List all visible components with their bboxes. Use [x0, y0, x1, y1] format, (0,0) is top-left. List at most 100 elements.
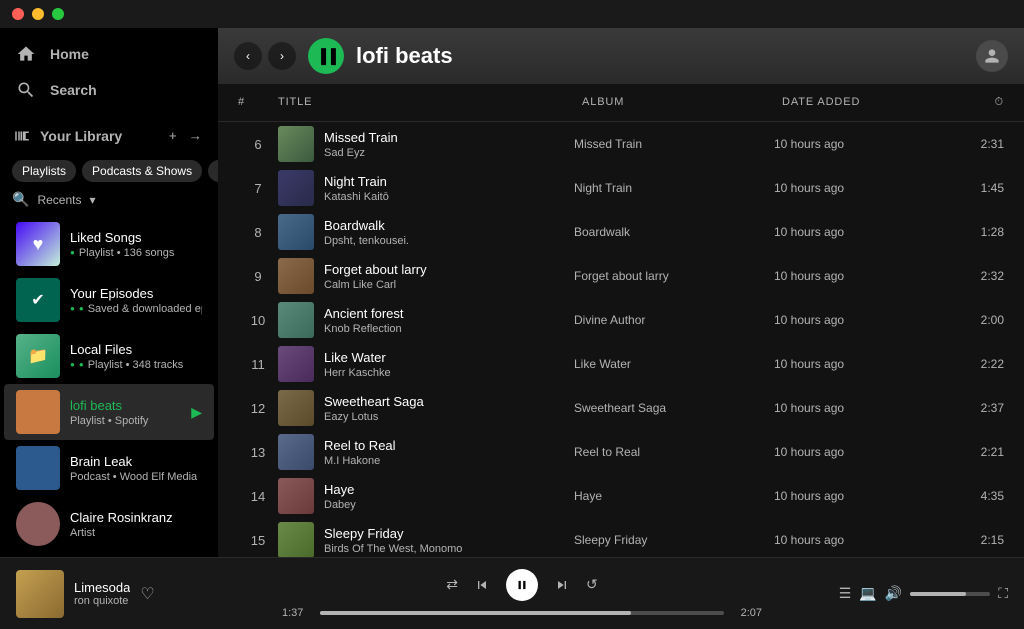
sidebar-search-label: Search — [50, 82, 97, 98]
search-filter-row: 🔍 Recents ▾ — [0, 187, 218, 212]
brain-info: Brain Leak Podcast • Wood Elf Media — [70, 454, 202, 483]
track-number: 8 — [238, 225, 278, 240]
track-thumbnail — [278, 478, 314, 514]
playlist-play-button[interactable]: ▐▐ — [308, 38, 344, 74]
col-num: # — [234, 88, 274, 117]
track-row[interactable]: 7 Night Train Katashi Kaitō Night Train … — [222, 166, 1020, 210]
library-item-local[interactable]: 📁 Local Files ● ● Playlist • 348 tracks — [4, 328, 214, 384]
filter-playlists[interactable]: Playlists — [12, 160, 76, 182]
track-name: Boardwalk — [324, 218, 409, 233]
track-duration: 2:32 — [934, 269, 1004, 283]
prev-button[interactable] — [474, 577, 490, 593]
track-thumbnail — [278, 434, 314, 470]
maximize-button[interactable] — [52, 8, 64, 20]
track-info: Forget about larry Calm Like Carl — [278, 258, 574, 294]
track-name: Like Water — [324, 350, 391, 365]
track-duration: 2:22 — [934, 357, 1004, 371]
track-date: 10 hours ago — [774, 533, 934, 547]
track-row[interactable]: 14 Haye Dabey Haye 10 hours ago 4:35 — [222, 474, 1020, 518]
track-details: Boardwalk Dpsht, tenkousei. — [324, 218, 409, 247]
filter-podcasts[interactable]: Podcasts & Shows — [82, 160, 202, 182]
recents-label[interactable]: Recents — [37, 193, 81, 207]
total-time: 2:07 — [732, 607, 762, 619]
progress-fill — [320, 611, 631, 615]
volume-fill — [910, 592, 966, 596]
pause-icon: ▐▐ — [316, 48, 336, 64]
add-library-button[interactable]: + — [165, 124, 181, 147]
shuffle-button[interactable]: ⇄ — [446, 576, 458, 593]
episodes-name: Your Episodes — [70, 286, 202, 301]
liked-songs-info: Liked Songs ● Playlist • 136 songs — [70, 230, 202, 259]
track-artist: Calm Like Carl — [324, 279, 427, 291]
back-button[interactable]: ‹ — [234, 42, 262, 70]
device-button[interactable]: 💻 — [859, 585, 876, 602]
track-row[interactable]: 11 Like Water Herr Kaschke Like Water 10… — [222, 342, 1020, 386]
library-item-claire[interactable]: Claire Rosinkranz Artist — [4, 496, 214, 552]
track-duration: 2:00 — [934, 313, 1004, 327]
track-number: 13 — [238, 445, 278, 460]
minimize-button[interactable] — [32, 8, 44, 20]
episodes-sub: ● ● Saved & downloaded episodes — [70, 303, 202, 315]
player-right: ☰ 💻 🔊 ⛶ — [828, 585, 1008, 602]
track-row[interactable]: 12 Sweetheart Saga Eazy Lotus Sweetheart… — [222, 386, 1020, 430]
filter-aud[interactable]: Aud — [208, 160, 218, 182]
local-name: Local Files — [70, 342, 202, 357]
lofi-sub: Playlist • Spotify — [70, 415, 181, 427]
track-details: Sleepy Friday Birds Of The West, Monomo — [324, 526, 462, 555]
track-row[interactable]: 13 Reel to Real M.I Hakone Reel to Real … — [222, 430, 1020, 474]
progress-track[interactable] — [320, 611, 724, 615]
lofi-name: lofi beats — [70, 398, 181, 413]
track-row[interactable]: 10 Ancient forest Knob Reflection Divine… — [222, 298, 1020, 342]
track-row[interactable]: 6 Missed Train Sad Eyz Missed Train 10 h… — [222, 122, 1020, 166]
track-date: 10 hours ago — [774, 401, 934, 415]
forward-button[interactable]: › — [268, 42, 296, 70]
library-item-brain[interactable]: Brain Leak Podcast • Wood Elf Media — [4, 440, 214, 496]
track-row[interactable]: 9 Forget about larry Calm Like Carl Forg… — [222, 254, 1020, 298]
library-header: Your Library + → — [0, 116, 218, 155]
track-duration: 1:45 — [934, 181, 1004, 195]
track-album: Night Train — [574, 181, 774, 195]
track-date: 10 hours ago — [774, 313, 934, 327]
track-info: Night Train Katashi Kaitō — [278, 170, 574, 206]
track-name: Reel to Real — [324, 438, 396, 453]
queue-button[interactable]: ☰ — [839, 585, 852, 602]
track-duration: 2:31 — [934, 137, 1004, 151]
expand-library-button[interactable]: → — [185, 124, 206, 147]
track-number: 7 — [238, 181, 278, 196]
track-album: Divine Author — [574, 313, 774, 327]
like-button[interactable]: ♡ — [140, 584, 154, 604]
liked-songs-name: Liked Songs — [70, 230, 202, 245]
track-date: 10 hours ago — [774, 181, 934, 195]
track-name: Ancient forest — [324, 306, 404, 321]
claire-thumb — [16, 502, 60, 546]
close-button[interactable] — [12, 8, 24, 20]
sidebar-item-search[interactable]: Search — [0, 72, 218, 108]
track-artist: Herr Kaschke — [324, 367, 391, 379]
track-artist: Knob Reflection — [324, 323, 404, 335]
volume-bar[interactable] — [910, 592, 990, 596]
player-center: ⇄ ↺ 1:37 2:07 — [228, 569, 816, 619]
track-number: 12 — [238, 401, 278, 416]
repeat-button[interactable]: ↺ — [586, 576, 598, 593]
titlebar — [0, 0, 1024, 28]
track-album: Boardwalk — [574, 225, 774, 239]
play-pause-button[interactable] — [506, 569, 538, 601]
sidebar-home-label: Home — [50, 46, 89, 62]
library-item-liked[interactable]: ♥ Liked Songs ● Playlist • 136 songs — [4, 216, 214, 272]
search-icon — [16, 80, 36, 100]
user-avatar[interactable] — [976, 40, 1008, 72]
track-album: Sleepy Friday — [574, 533, 774, 547]
library-item-episodes[interactable]: ✔ Your Episodes ● ● Saved & downloaded e… — [4, 272, 214, 328]
track-name: Forget about larry — [324, 262, 427, 277]
track-info: Boardwalk Dpsht, tenkousei. — [278, 214, 574, 250]
track-row[interactable]: 15 Sleepy Friday Birds Of The West, Mono… — [222, 518, 1020, 557]
library-list: ♥ Liked Songs ● Playlist • 136 songs ✔ Y… — [0, 212, 218, 557]
track-artist: Dpsht, tenkousei. — [324, 235, 409, 247]
next-button[interactable] — [554, 577, 570, 593]
track-thumbnail — [278, 522, 314, 557]
sidebar-item-home[interactable]: Home — [0, 36, 218, 72]
fullscreen-button[interactable]: ⛶ — [998, 585, 1008, 602]
track-row[interactable]: 8 Boardwalk Dpsht, tenkousei. Boardwalk … — [222, 210, 1020, 254]
library-item-lofi[interactable]: lofi beats Playlist • Spotify ▶ — [4, 384, 214, 440]
track-info: Reel to Real M.I Hakone — [278, 434, 574, 470]
